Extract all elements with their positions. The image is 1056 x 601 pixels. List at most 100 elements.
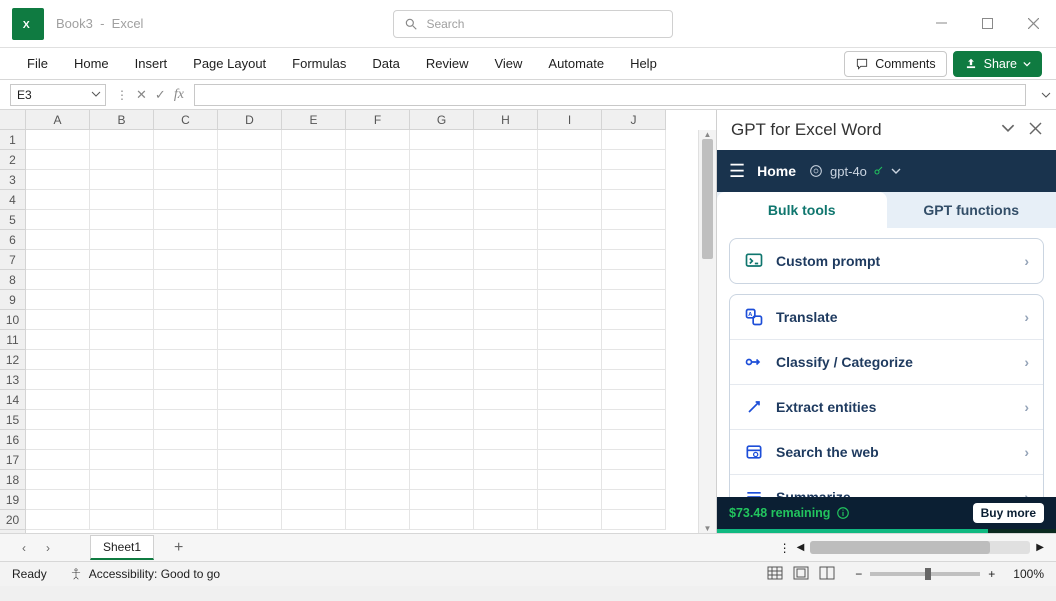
cell[interactable] [346,210,410,230]
cell[interactable] [282,170,346,190]
cell[interactable] [538,430,602,450]
cell[interactable] [410,190,474,210]
cell[interactable] [90,230,154,250]
cell[interactable] [26,470,90,490]
cell[interactable] [90,470,154,490]
cell[interactable] [154,130,218,150]
buy-more-button[interactable]: Buy more [973,503,1044,523]
cell[interactable] [538,330,602,350]
cell[interactable] [218,210,282,230]
cell[interactable] [90,430,154,450]
cell[interactable] [90,490,154,510]
close-button[interactable] [1010,0,1056,48]
cell[interactable] [218,330,282,350]
cell[interactable] [154,470,218,490]
tool-summarize[interactable]: Summarize › [730,474,1043,497]
row-header[interactable]: 14 [0,390,25,410]
cell[interactable] [474,230,538,250]
zoom-slider[interactable] [870,572,980,576]
cell[interactable] [154,250,218,270]
cell[interactable] [218,450,282,470]
scroll-up-icon[interactable]: ▲ [699,130,716,139]
cell[interactable] [26,510,90,530]
cell[interactable] [90,170,154,190]
column-header[interactable]: A [26,110,90,129]
cell[interactable] [410,210,474,230]
cell[interactable] [154,410,218,430]
row-header[interactable]: 5 [0,210,25,230]
cell[interactable] [26,370,90,390]
share-button[interactable]: Share [953,51,1042,77]
row-header[interactable]: 1 [0,130,25,150]
tab-automate[interactable]: Automate [535,48,617,80]
cell[interactable] [26,270,90,290]
cell[interactable] [90,210,154,230]
chevron-down-icon[interactable] [1001,120,1015,140]
cell[interactable] [26,250,90,270]
cell[interactable] [282,490,346,510]
cell[interactable] [410,410,474,430]
cell[interactable] [282,290,346,310]
tab-formulas[interactable]: Formulas [279,48,359,80]
cell[interactable] [538,170,602,190]
cell[interactable] [218,350,282,370]
cell[interactable] [90,390,154,410]
cell[interactable] [602,170,666,190]
cell[interactable] [90,310,154,330]
tab-home[interactable]: Home [61,48,122,80]
cell[interactable] [410,130,474,150]
cell[interactable] [410,330,474,350]
cell[interactable] [346,330,410,350]
cell[interactable] [410,170,474,190]
accessibility-status[interactable]: Accessibility: Good to go [69,567,220,581]
cell[interactable] [538,250,602,270]
cell[interactable] [26,390,90,410]
cell[interactable] [346,490,410,510]
cell[interactable] [346,370,410,390]
cell[interactable] [26,190,90,210]
cell[interactable] [154,270,218,290]
cell[interactable] [474,210,538,230]
cell[interactable] [602,430,666,450]
cell[interactable] [154,190,218,210]
sheet-tab[interactable]: Sheet1 [90,535,154,560]
fx-icon[interactable]: fx [174,87,184,103]
cell[interactable] [26,490,90,510]
cancel-icon[interactable]: ✕ [136,87,147,103]
cell[interactable] [410,390,474,410]
column-header[interactable]: C [154,110,218,129]
more-icon[interactable]: ⋮ [116,88,128,102]
cell[interactable] [26,430,90,450]
cell[interactable] [154,310,218,330]
row-header[interactable]: 17 [0,450,25,470]
tab-help[interactable]: Help [617,48,670,80]
cell[interactable] [602,330,666,350]
more-icon[interactable]: ⋮ [779,541,791,555]
cell[interactable] [154,210,218,230]
cell[interactable] [538,390,602,410]
cell[interactable] [410,370,474,390]
cell[interactable] [346,150,410,170]
scrollbar-thumb[interactable] [810,541,990,554]
cell[interactable] [538,370,602,390]
cell[interactable] [538,270,602,290]
name-box[interactable]: E3 [10,84,106,106]
cell[interactable] [154,430,218,450]
row-header[interactable]: 12 [0,350,25,370]
cell[interactable] [154,330,218,350]
cell[interactable] [410,310,474,330]
column-header[interactable]: G [410,110,474,129]
cell[interactable] [410,430,474,450]
cell[interactable] [26,230,90,250]
cell[interactable] [410,270,474,290]
cell[interactable] [218,190,282,210]
formula-expand-icon[interactable] [1036,90,1056,100]
cell[interactable] [26,130,90,150]
row-header[interactable]: 19 [0,490,25,510]
cell[interactable] [346,430,410,450]
cell[interactable] [602,490,666,510]
cell[interactable] [346,350,410,370]
cell[interactable] [218,290,282,310]
cell-grid[interactable] [26,130,698,533]
cell[interactable] [538,190,602,210]
